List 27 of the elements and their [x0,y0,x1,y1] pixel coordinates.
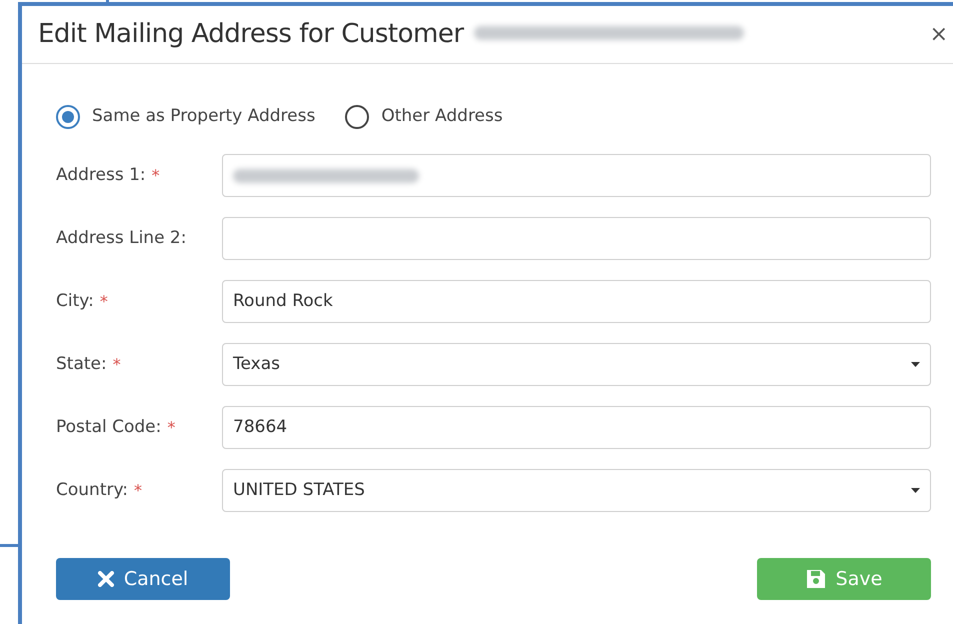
input-field[interactable] [222,217,931,260]
field-label: Address Line 2: [56,226,186,250]
radio-button[interactable] [56,105,80,129]
field-label: Country: [56,478,128,502]
required-mark: * [134,480,142,502]
required-mark: * [112,354,121,376]
caret-icon [911,362,920,367]
caret-icon [911,488,920,493]
dropdown-field[interactable]: UNITED STATES [222,469,931,512]
radio-label: Other Address [381,105,503,128]
required-mark: * [167,416,176,438]
field-label: State: [56,352,107,376]
field-label: City: [56,290,94,313]
field-label: Address 1: [56,164,146,187]
dropdown-field[interactable]: Texas [222,343,931,386]
required-mark: * [152,164,160,186]
field-label: Postal Code: [56,416,162,439]
close-icon [98,571,114,587]
radio-label: Same as Property Address [92,105,316,128]
radio-button[interactable] [345,105,370,129]
required-mark: * [100,290,108,312]
input-field[interactable]: Round Rock [222,280,931,323]
dialog-title: Edit Mailing Address for Customer [38,18,464,51]
input-field[interactable] [222,154,931,197]
input-field[interactable]: 78664 [222,406,931,449]
cancel-button[interactable]: Cancel [56,558,230,600]
close-button[interactable]: × [930,18,948,51]
